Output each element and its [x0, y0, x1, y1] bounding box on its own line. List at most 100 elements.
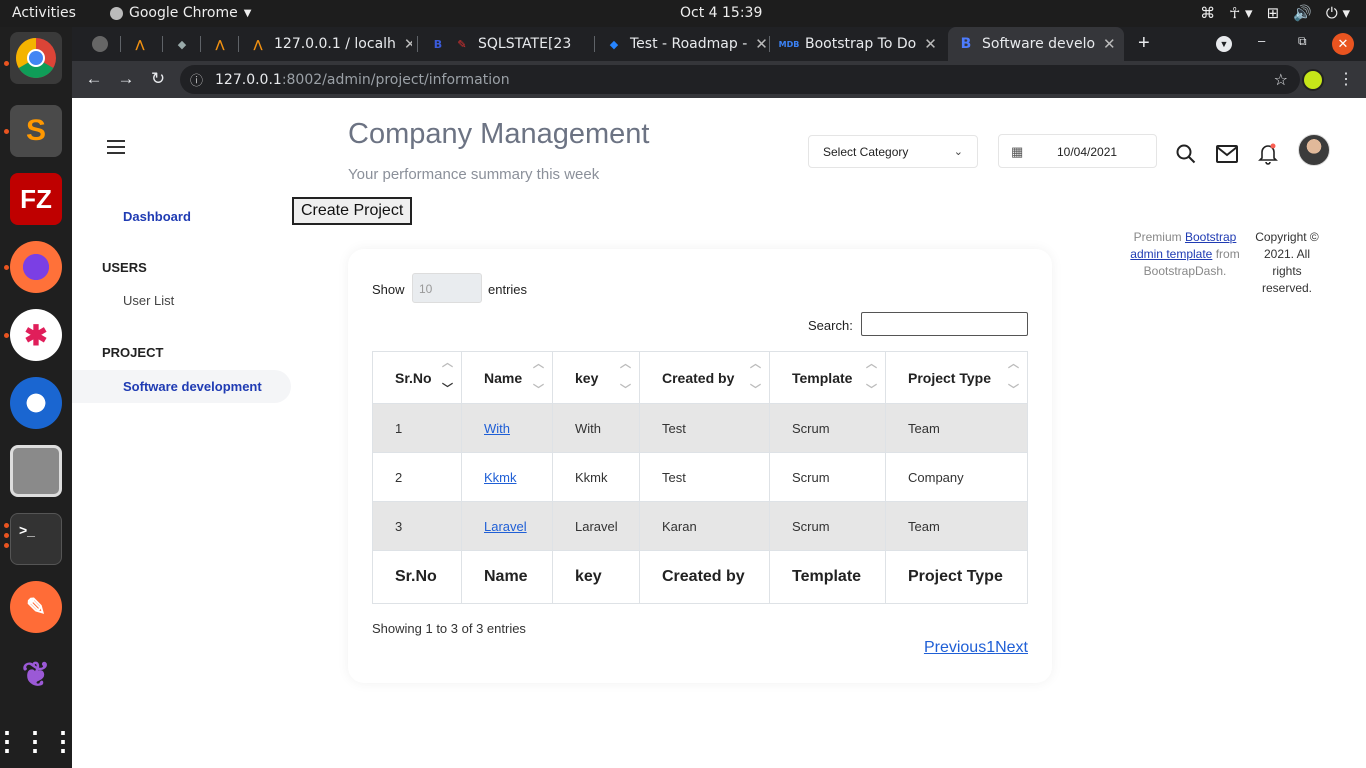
tab-close-icon[interactable]: ✕	[755, 35, 766, 53]
slack-icon[interactable]: ✱	[10, 309, 62, 361]
column-header-label: Sr.No	[395, 369, 432, 386]
column-header-label: Name	[484, 369, 523, 386]
thunderbird-icon[interactable]	[10, 377, 62, 429]
cell-template: Scrum	[769, 452, 886, 502]
terminal-icon[interactable]: >_	[10, 513, 62, 565]
project-link[interactable]: With	[484, 421, 510, 436]
footer-header-project-type: Project Type	[885, 550, 1028, 604]
files-icon[interactable]	[10, 445, 62, 497]
system-tray[interactable]: ⌘ ☥ ▾ ⊞ 🔊 ⏻ ▾	[1200, 4, 1350, 22]
column-header-label: Created by	[662, 369, 735, 386]
tab-bootstrap-todo[interactable]: MDB Bootstrap To Do ✕	[771, 27, 945, 61]
chevron-down-icon: ⌄	[953, 146, 963, 158]
pma-icon: ⋀	[215, 37, 225, 51]
tab-close-icon[interactable]: ✕	[924, 35, 937, 53]
tab-localhost[interactable]: ⋀ 127.0.0.1 / localh ✕	[240, 27, 412, 61]
new-tab-icon[interactable]: +	[1138, 32, 1150, 55]
network-share-icon[interactable]: ⌘	[1200, 4, 1215, 22]
footer-header-key: key	[552, 550, 640, 604]
sidebar-item-software-development[interactable]: Software development	[123, 379, 262, 394]
back-icon[interactable]: ←	[82, 67, 106, 91]
tab-phpmyadmin-2[interactable]: ⋀	[202, 27, 238, 61]
firefox-icon[interactable]	[10, 241, 62, 293]
running-indicator	[4, 523, 9, 528]
column-header-sr-no[interactable]: Sr.No ︿ ﹀	[372, 351, 462, 404]
page-length-select[interactable]: 10	[412, 273, 482, 303]
clock[interactable]: Oct 4 15:39	[680, 5, 762, 21]
accessibility-icon[interactable]: ☥ ▾	[1229, 4, 1253, 22]
tab-phpmyadmin-1[interactable]: ⋀	[122, 27, 158, 61]
running-indicator	[4, 265, 9, 270]
tab-search-icon[interactable]: ▼	[1216, 36, 1232, 52]
activities-button[interactable]: Activities	[12, 5, 76, 21]
tab-globe[interactable]	[82, 27, 112, 61]
maximize-icon[interactable]: ⧉	[1298, 34, 1307, 49]
feather-app-icon[interactable]: ❦	[10, 649, 62, 701]
site-info-icon[interactable]: ⓘ	[190, 70, 203, 89]
running-indicator	[4, 61, 9, 66]
menu-toggle-icon[interactable]	[107, 140, 125, 158]
tab-divider	[769, 36, 770, 52]
chrome-menu-icon[interactable]: ⋮	[1338, 69, 1354, 89]
tab-close-icon[interactable]: ✕	[1103, 35, 1116, 53]
table-search-input[interactable]	[861, 312, 1028, 336]
browser-toolbar: ← → ↻ ⓘ 127.0.0.1:8002/admin/project/inf…	[72, 61, 1366, 98]
app-menu[interactable]: Google Chrome ▼	[110, 5, 251, 21]
tab-bootstrap-small[interactable]: B	[420, 27, 446, 61]
sublime-text-icon[interactable]: S	[10, 105, 62, 157]
tab-diamond[interactable]: ◆	[164, 27, 196, 61]
sidebar-item-user-list[interactable]: User List	[123, 293, 174, 308]
category-select[interactable]: Select Category ⌄	[808, 135, 978, 168]
mail-icon[interactable]	[1215, 142, 1239, 166]
app-name: Google Chrome	[129, 5, 238, 21]
running-indicator	[4, 533, 9, 538]
network-icon[interactable]: ⊞	[1267, 4, 1280, 22]
extension-icon[interactable]	[1302, 69, 1324, 91]
calendar-icon: ▦	[1011, 144, 1024, 159]
create-project-button[interactable]: Create Project	[292, 197, 413, 225]
close-window-icon[interactable]: ✕	[1332, 33, 1354, 55]
search-icon[interactable]	[1174, 142, 1198, 166]
url-host: 127.0.0.1	[215, 71, 282, 88]
user-avatar[interactable]	[1298, 134, 1330, 166]
notification-bell-icon[interactable]	[1256, 142, 1280, 166]
power-icon[interactable]: ⏻ ▾	[1326, 4, 1350, 22]
address-bar[interactable]: ⓘ 127.0.0.1:8002/admin/project/informati…	[180, 65, 1300, 94]
project-link[interactable]: Kkmk	[484, 470, 517, 485]
column-header-template[interactable]: Template ︿ ﹀	[769, 351, 886, 404]
column-header-label: Project Type	[908, 369, 991, 386]
tab-title: Software develo	[982, 36, 1096, 52]
tab-close-icon[interactable]: ✕	[404, 35, 412, 53]
footer-header-name: Name	[461, 550, 553, 604]
project-link[interactable]: Laravel	[484, 519, 527, 534]
minimize-icon[interactable]: –	[1258, 33, 1265, 48]
column-header-key[interactable]: key ︿ ﹀	[552, 351, 640, 404]
cell-template: Scrum	[769, 501, 886, 551]
filezilla-icon[interactable]: FZ	[10, 173, 62, 225]
pma-icon: ⋀	[253, 37, 263, 51]
page-button-1[interactable]: 1	[986, 639, 995, 657]
previous-page-button[interactable]: Previous	[924, 639, 986, 657]
bookmark-star-icon[interactable]: ☆	[1274, 70, 1288, 89]
show-applications-icon[interactable]: ⋮⋮⋮	[0, 715, 76, 767]
forward-icon[interactable]: →	[114, 67, 138, 91]
tab-divider	[594, 36, 595, 52]
sidebar-heading-users: USERS	[102, 260, 147, 275]
column-header-project-type[interactable]: Project Type ︿ ﹀	[885, 351, 1028, 404]
sidebar-heading-project: PROJECT	[102, 345, 164, 360]
tab-title: Bootstrap To Do	[805, 36, 917, 52]
postman-icon[interactable]: ✎	[10, 581, 62, 633]
chrome-launcher-icon[interactable]	[10, 32, 62, 84]
sidebar-item-dashboard[interactable]: Dashboard	[123, 209, 191, 224]
jira-icon: ◆	[609, 37, 619, 51]
tab-software-development[interactable]: B Software develo ✕	[948, 27, 1124, 61]
volume-icon[interactable]: 🔊	[1293, 4, 1312, 22]
reload-icon[interactable]: ↻	[146, 67, 170, 91]
column-header-created-by[interactable]: Created by ︿ ﹀	[639, 351, 770, 404]
tab-sqlstate[interactable]: ✎ SQLSTATE[23	[444, 27, 592, 61]
tab-roadmap[interactable]: ◆ Test - Roadmap - ✕	[596, 27, 766, 61]
next-page-button[interactable]: Next	[995, 639, 1028, 657]
column-header-name[interactable]: Name ︿ ﹀	[461, 351, 553, 404]
table-info: Showing 1 to 3 of 3 entries	[372, 621, 526, 636]
date-picker[interactable]: ▦ 10/04/2021	[998, 134, 1157, 168]
